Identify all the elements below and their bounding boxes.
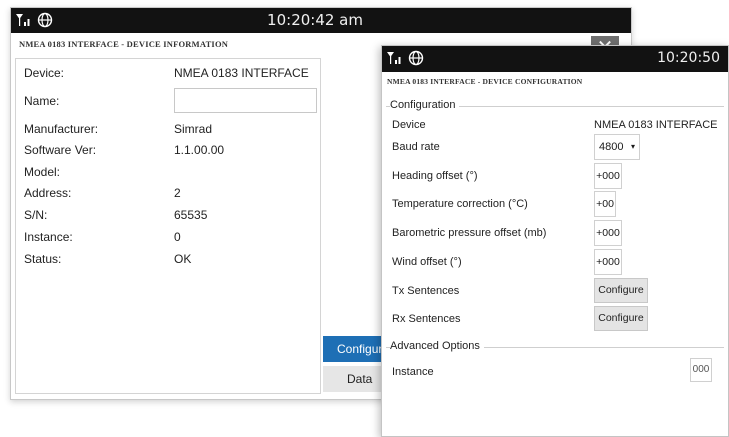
clock-time: 10:20:50 <box>657 50 720 66</box>
device-label: Device: <box>24 66 65 80</box>
configure-button[interactable]: Configure <box>323 336 389 362</box>
barometric-offset-field[interactable]: +000 <box>594 220 622 246</box>
device-value: NMEA 0183 INTERFACE <box>594 119 718 131</box>
clock-time: 10:20:42 am <box>267 11 363 29</box>
signal-icon <box>16 14 30 26</box>
rx-configure-button[interactable]: Configure <box>594 306 648 331</box>
instance-value: 0 <box>174 230 181 244</box>
data-button[interactable]: Data <box>323 366 383 392</box>
temperature-correction-label: Temperature correction (°C) <box>392 198 528 210</box>
instance-field[interactable]: 000 <box>690 358 712 382</box>
device-info-panel: Device: NMEA 0183 INTERFACE Name: Manufa… <box>15 58 321 394</box>
sn-value: 65535 <box>174 208 208 222</box>
model-label: Model: <box>24 165 61 179</box>
instance-label: Instance: <box>24 230 73 244</box>
software-ver-value: 1.1.00.00 <box>174 143 225 157</box>
dropdown-caret-icon: ▾ <box>630 142 635 151</box>
status-label: Status: <box>24 252 62 266</box>
name-input[interactable] <box>174 88 317 113</box>
tx-sentences-label: Tx Sentences <box>392 285 460 297</box>
status-icons <box>15 12 53 28</box>
manufacturer-label: Manufacturer: <box>24 122 99 136</box>
temperature-correction-field[interactable]: +00 <box>594 191 616 217</box>
status-value: OK <box>174 252 192 266</box>
device-label: Device <box>392 119 426 131</box>
signal-icon <box>387 52 401 64</box>
name-label: Name: <box>24 94 60 108</box>
configuration-section-header: Configuration <box>390 99 460 111</box>
software-ver-label: Software Ver: <box>24 143 97 157</box>
device-configuration-dialog: 10:20:50 NMEA 0183 INTERFACE - DEVICE CO… <box>381 45 729 437</box>
heading-offset-field[interactable]: +000 <box>594 163 622 189</box>
advanced-options-header: Advanced Options <box>390 340 484 352</box>
globe-icon <box>37 12 53 28</box>
tx-configure-button[interactable]: Configure <box>594 278 648 303</box>
dialog-title: NMEA 0183 INTERFACE - DEVICE CONFIGURATI… <box>387 77 583 86</box>
dialog-title: NMEA 0183 INTERFACE - DEVICE INFORMATION <box>19 39 229 49</box>
baud-rate-dropdown[interactable]: 4800 ▾ <box>594 134 640 160</box>
wind-offset-label: Wind offset (°) <box>392 256 462 268</box>
barometric-offset-label: Barometric pressure offset (mb) <box>392 227 547 239</box>
address-value: 2 <box>174 186 181 200</box>
heading-offset-label: Heading offset (°) <box>392 170 478 182</box>
baud-rate-label: Baud rate <box>392 141 440 153</box>
address-label: Address: <box>24 186 72 200</box>
instance-label: Instance <box>392 366 434 378</box>
rx-sentences-label: Rx Sentences <box>392 313 461 325</box>
manufacturer-value: Simrad <box>174 122 213 136</box>
status-bar: 10:20:50 <box>382 46 728 72</box>
globe-icon <box>408 50 424 66</box>
status-bar: 10:20:42 am <box>11 8 631 33</box>
sn-label: S/N: <box>24 208 48 222</box>
device-value: NMEA 0183 INTERFACE <box>174 66 309 80</box>
wind-offset-field[interactable]: +000 <box>594 249 622 275</box>
status-icons <box>386 50 424 66</box>
baud-rate-value: 4800 <box>599 141 624 153</box>
